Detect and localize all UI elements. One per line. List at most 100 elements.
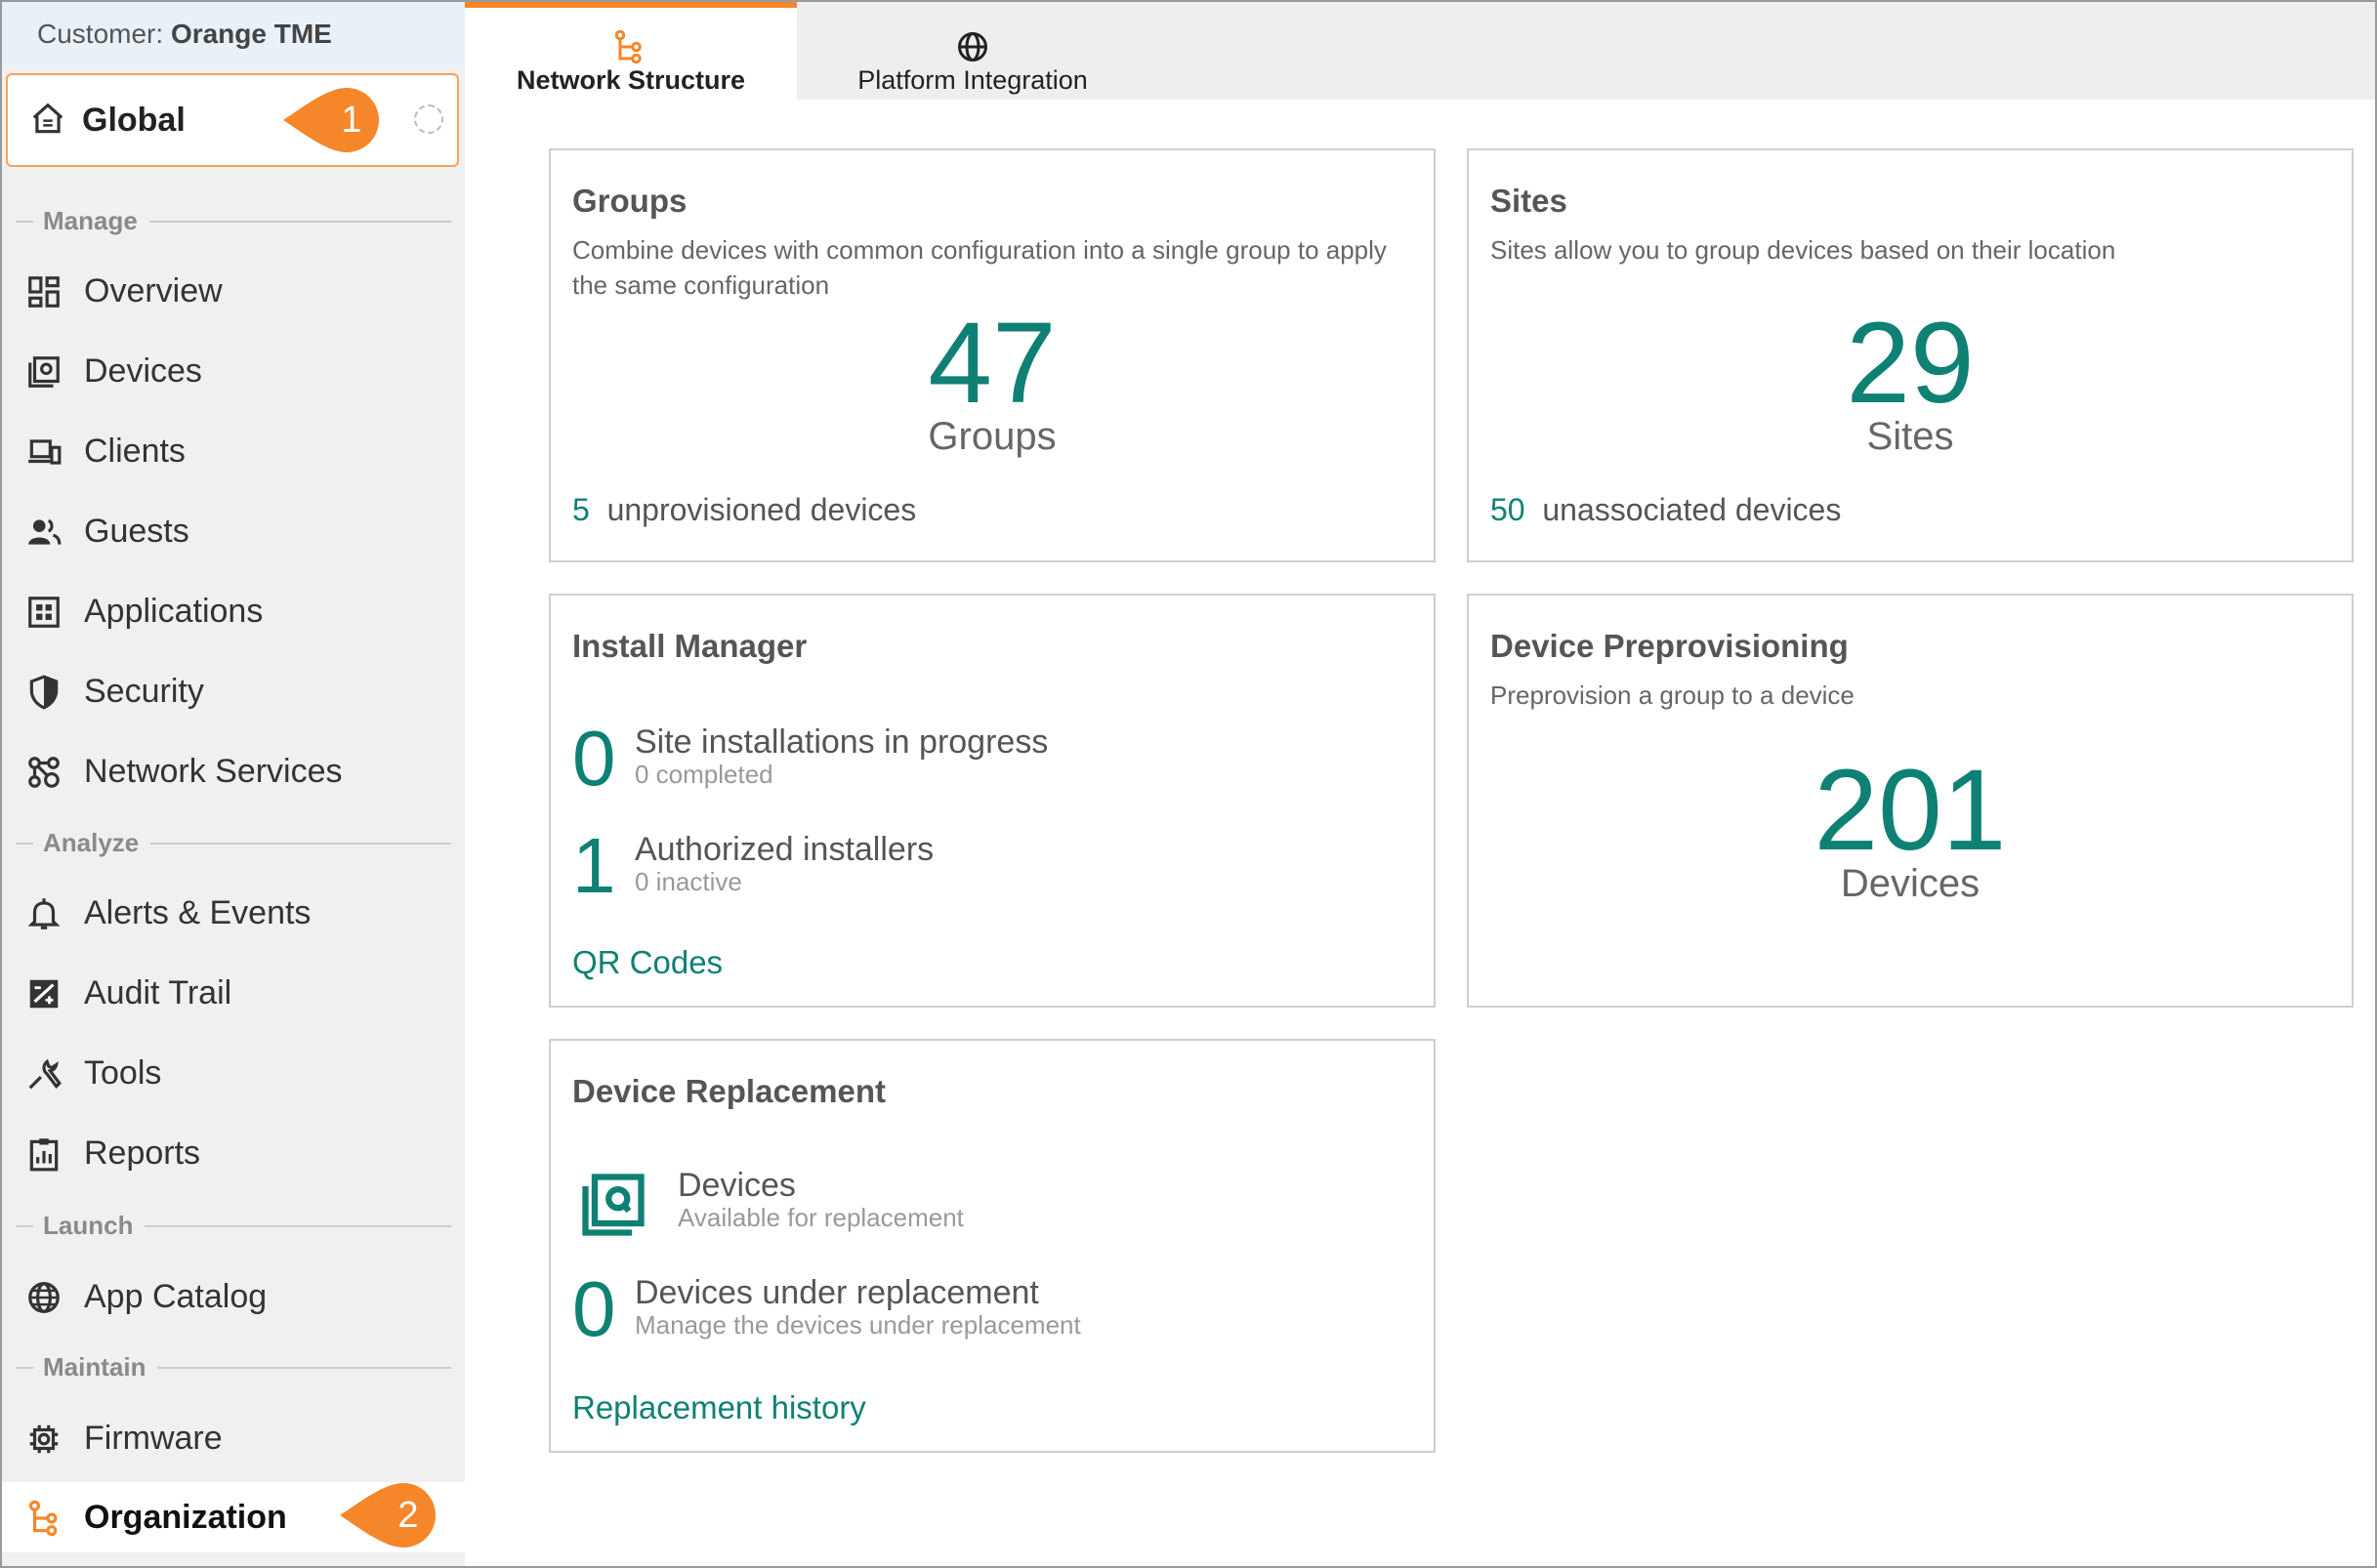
unprovisioned-count: 5 — [572, 492, 590, 527]
bell-icon — [27, 898, 61, 929]
replacement-devices-sub: Available for replacement — [678, 1203, 964, 1232]
under-replacement-label: Devices under replacement — [635, 1274, 1039, 1311]
groups-count: 47 — [928, 299, 1057, 428]
chip-icon — [29, 1424, 59, 1454]
guests-icon — [28, 518, 62, 545]
globe-icon — [958, 32, 987, 62]
sidebar-item-label: Security — [84, 673, 204, 710]
card-title: Device Replacement — [572, 1073, 886, 1109]
device-replacement-card[interactable]: Device Replacement Devices Available for… — [549, 1039, 1436, 1453]
unassociated-devices-link[interactable]: 50 unassociated devices — [1490, 490, 1841, 529]
sidebar-item-label: Clients — [84, 433, 186, 470]
sidebar-item-app-catalog[interactable]: App Catalog — [2, 1261, 465, 1332]
section-maintain: Maintain — [16, 1352, 451, 1382]
installations-count: 0 — [572, 715, 616, 802]
tab-label: Network Structure — [516, 65, 746, 95]
sidebar-item-label: App Catalog — [84, 1278, 268, 1315]
tab-platform-integration[interactable]: Platform Integration — [797, 2, 1148, 100]
unprovisioned-label: unprovisioned devices — [606, 492, 917, 527]
sidebar-item-label: Overview — [84, 272, 223, 309]
under-replacement-stat: 0 Devices under replacement Manage the d… — [572, 1265, 1414, 1353]
sites-card[interactable]: Sites Sites allow you to group devices b… — [1467, 148, 2354, 562]
installers-count: 1 — [572, 822, 616, 909]
qr-codes-link[interactable]: QR Codes — [572, 943, 723, 982]
sidebar-item-label: Audit Trail — [84, 974, 232, 1011]
sidebar-item-clients[interactable]: Clients — [2, 416, 465, 486]
scope-selector[interactable]: Global — [6, 73, 459, 167]
audit-trail-icon — [29, 979, 59, 1009]
card-title: Install Manager — [572, 628, 808, 664]
hierarchy-icon — [28, 1500, 58, 1537]
under-replacement-count: 0 — [572, 1265, 616, 1352]
sidebar-item-label: Alerts & Events — [84, 894, 312, 931]
preprovisioned-count: 201 — [1814, 746, 2007, 875]
sidebar-item-label: Organization — [84, 1499, 287, 1536]
installers-sub: 0 inactive — [635, 867, 742, 896]
under-replacement-sub: Manage the devices under replacement — [635, 1310, 1081, 1340]
card-title: Sites — [1490, 183, 1567, 219]
sidebar-item-security[interactable]: Security — [2, 656, 465, 726]
replacement-devices-stat: Devices Available for replacement — [572, 1158, 1414, 1246]
section-analyze: Analyze — [16, 828, 451, 857]
section-label: Analyze — [43, 828, 151, 857]
section-label: Maintain — [43, 1352, 158, 1382]
sidebar-item-label: Firmware — [84, 1420, 223, 1457]
devices-icon — [28, 356, 60, 388]
customer-name: Orange TME — [170, 19, 332, 49]
installations-label: Site installations in progress — [635, 723, 1049, 761]
section-label: Launch — [43, 1211, 146, 1240]
groups-unit: Groups — [928, 415, 1057, 458]
callout-number: 2 — [397, 1495, 419, 1536]
card-description: Sites allow you to group devices based o… — [1490, 235, 2116, 265]
app-window: Customer: Orange TME Global Manage Overv… — [0, 0, 2377, 1568]
section-launch: Launch — [16, 1211, 451, 1240]
card-description: Preprovision a group to a device — [1490, 681, 1855, 710]
sidebar: Customer: Orange TME Global Manage Overv… — [2, 2, 465, 1566]
replacement-devices-label: Devices — [678, 1167, 796, 1204]
groups-card[interactable]: Groups Combine devices with common confi… — [549, 148, 1436, 562]
unassociated-count: 50 — [1490, 492, 1525, 527]
sidebar-item-label: Guests — [84, 513, 189, 550]
customer-banner: Customer: Orange TME — [2, 2, 465, 66]
callout-2: 2 — [340, 1481, 438, 1549]
unprovisioned-devices-link[interactable]: 5 unprovisioned devices — [572, 490, 916, 529]
site-installations-stat: 0 Site installations in progress 0 compl… — [572, 715, 1414, 803]
callout-1: 1 — [283, 86, 381, 154]
device-preprovisioning-card[interactable]: Device Preprovisioning Preprovision a gr… — [1467, 594, 2354, 1008]
sidebar-item-label: Devices — [84, 352, 202, 390]
installers-label: Authorized installers — [635, 831, 935, 868]
installations-sub: 0 completed — [635, 760, 773, 789]
card-title: Device Preprovisioning — [1490, 628, 1849, 664]
sidebar-item-guests[interactable]: Guests — [2, 496, 465, 566]
replacement-history-link[interactable]: Replacement history — [572, 1388, 866, 1427]
tab-label: Platform Integration — [857, 65, 1088, 95]
sidebar-item-alerts-events[interactable]: Alerts & Events — [2, 878, 465, 948]
globe-icon — [28, 1282, 60, 1313]
preprovisioned-unit: Devices — [1840, 862, 1981, 905]
sidebar-item-reports[interactable]: Reports — [2, 1118, 465, 1188]
sites-unit: Sites — [1866, 415, 1954, 458]
shield-icon — [29, 675, 59, 710]
install-manager-card[interactable]: Install Manager 0 Site installations in … — [549, 594, 1436, 1008]
wrench-icon — [28, 1058, 62, 1090]
sidebar-item-tools[interactable]: Tools — [2, 1038, 465, 1108]
laptop-phone-icon — [28, 439, 62, 465]
customer-prefix: Customer: — [37, 19, 164, 49]
unassociated-label: unassociated devices — [1542, 492, 1842, 527]
sidebar-item-devices[interactable]: Devices — [2, 336, 465, 406]
sidebar-item-firmware[interactable]: Firmware — [2, 1403, 465, 1473]
sidebar-item-overview[interactable]: Overview — [2, 256, 465, 326]
sidebar-item-audit-trail[interactable]: Audit Trail — [2, 958, 465, 1028]
clipboard-chart-icon — [29, 1138, 59, 1172]
sidebar-item-applications[interactable]: Applications — [2, 576, 465, 646]
section-label: Manage — [43, 206, 149, 235]
sidebar-item-label: Network Services — [84, 753, 343, 790]
scope-label: Global — [82, 102, 186, 139]
card-title: Groups — [572, 183, 688, 219]
loading-icon — [414, 104, 443, 134]
sidebar-item-network-services[interactable]: Network Services — [2, 736, 465, 806]
home-icon — [32, 103, 63, 134]
section-manage: Manage — [16, 206, 451, 235]
tab-network-structure[interactable]: Network Structure — [465, 2, 797, 100]
card-description: Combine devices with common configuratio… — [572, 235, 1387, 300]
